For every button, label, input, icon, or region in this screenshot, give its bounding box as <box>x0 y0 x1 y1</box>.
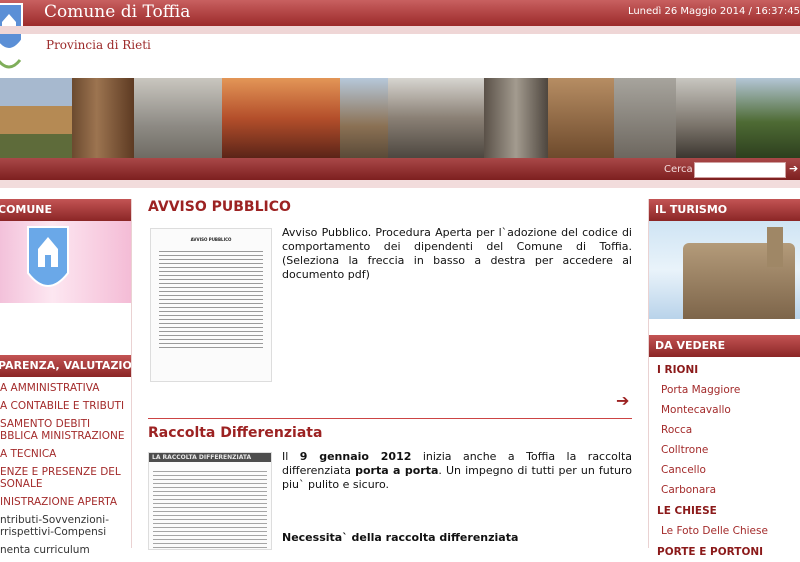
avviso-open-arrow-icon[interactable]: ➔ <box>616 391 629 410</box>
banner-photo-hilltown <box>0 78 72 158</box>
avviso-document-thumbnail[interactable]: AVVISO PUBBLICO <box>150 228 272 382</box>
separator-strip <box>0 180 800 188</box>
da-vedere-title: DA VEDERE <box>649 335 800 357</box>
banner-photo-archway <box>548 78 614 158</box>
left-sidebar: COMUNE PARENZA, VALUTAZIONE ERITO A AMMI… <box>0 199 132 556</box>
category-porte-portoni[interactable]: PORTE E PORTONI <box>649 541 800 562</box>
comune-crest-image[interactable] <box>0 221 131 303</box>
left-nav-header: PARENZA, VALUTAZIONE ERITO <box>0 355 131 377</box>
banner-photo-alley <box>484 78 548 158</box>
banner-photo-houses <box>388 78 484 158</box>
avviso-doc-lines <box>159 248 263 348</box>
date-time: Lunedì 26 Maggio 2014 / 16:37:45 <box>627 6 800 17</box>
link-rocca[interactable]: Rocca <box>649 420 800 440</box>
link-montecavallo[interactable]: Montecavallo <box>649 400 800 420</box>
banner-photo-valley <box>736 78 800 158</box>
raccolta-thumb-label: LA RACCOLTA DIFFERENZIATA <box>149 453 271 462</box>
turismo-image[interactable] <box>649 221 800 319</box>
header-sub-strip <box>0 26 800 34</box>
raccolta-text-part1: Il <box>282 450 300 463</box>
nav-area-contabile[interactable]: A CONTABILE E TRIBUTI <box>0 397 127 415</box>
link-colltrone[interactable]: Colltrone <box>649 440 800 460</box>
banner-photo-bell-tower <box>340 78 388 158</box>
link-porta-maggiore[interactable]: Porta Maggiore <box>649 380 800 400</box>
left-nav-list: A AMMINISTRATIVA A CONTABILE E TRIBUTI S… <box>0 377 131 561</box>
da-vedere-list: I RIONI Porta Maggiore Montecavallo Rocc… <box>649 357 800 562</box>
right-sidebar: IL TURISMO DA VEDERE I RIONI Porta Maggi… <box>648 199 800 558</box>
photo-banner <box>0 78 800 158</box>
town-crest-icon <box>0 3 23 69</box>
avviso-text: Avviso Pubblico. Procedura Aperta per l`… <box>282 226 632 281</box>
nav-area-tecnica[interactable]: A TECNICA <box>0 445 127 463</box>
site-title[interactable]: Comune di Toffia <box>44 2 190 22</box>
banner-photo-gate <box>676 78 736 158</box>
province-label: Provincia di Rieti <box>46 38 151 52</box>
nav-contributi[interactable]: ntributi-Sovvenzioni-rrispettivi-Compens… <box>0 511 127 541</box>
banner-photo-sunset <box>222 78 340 158</box>
turismo-title: IL TURISMO <box>649 199 800 221</box>
turismo-tower-photo <box>767 227 783 267</box>
nav-pagamento-debiti[interactable]: SAMENTO DEBITI BBLICA MINISTRAZIONE <box>0 415 127 445</box>
search-arrow-icon[interactable]: ➔ <box>789 163 800 175</box>
search-input[interactable] <box>694 162 786 178</box>
nav-curriculum[interactable]: nenta curriculum <box>0 541 127 559</box>
necessita-heading: Necessita` della raccolta differenziata <box>282 531 519 544</box>
raccolta-porta-a-porta: porta a porta <box>355 464 439 477</box>
avviso-doc-heading: AVVISO PUBBLICO <box>190 237 232 242</box>
link-foto-chiese[interactable]: Le Foto Delle Chiese <box>649 521 800 541</box>
link-carbonara[interactable]: Carbonara <box>649 480 800 500</box>
raccolta-thumbnail[interactable]: LA RACCOLTA DIFFERENZIATA <box>148 452 272 550</box>
nav-area-amministrativa[interactable]: A AMMINISTRATIVA <box>0 379 127 397</box>
crest-shield-icon <box>27 226 69 287</box>
search-label: Cerca <box>664 164 693 175</box>
raccolta-date: 9 gennaio 2012 <box>299 450 412 463</box>
avviso-divider <box>148 418 632 419</box>
banner-photo-portal <box>134 78 222 158</box>
avviso-title[interactable]: AVVISO PUBBLICO <box>148 199 291 215</box>
left-nav-header-text: PARENZA, VALUTAZIONE ERITO <box>0 359 131 372</box>
nav-assenze-presenze[interactable]: ENZE E PRESENZE DEL SONALE <box>0 463 127 493</box>
raccolta-title[interactable]: Raccolta Differenziata <box>148 425 322 441</box>
link-cancello[interactable]: Cancello <box>649 460 800 480</box>
nav-amministrazione-aperta[interactable]: INISTRAZIONE APERTA <box>0 493 127 511</box>
raccolta-text: Il 9 gennaio 2012 inizia anche a Toffia … <box>282 450 632 492</box>
banner-photo-tower <box>72 78 134 158</box>
category-chiese[interactable]: LE CHIESE <box>649 500 800 521</box>
category-rioni[interactable]: I RIONI <box>649 359 800 380</box>
raccolta-thumb-lines <box>153 468 267 548</box>
banner-photo-church <box>614 78 676 158</box>
comune-box-title: COMUNE <box>0 199 131 221</box>
